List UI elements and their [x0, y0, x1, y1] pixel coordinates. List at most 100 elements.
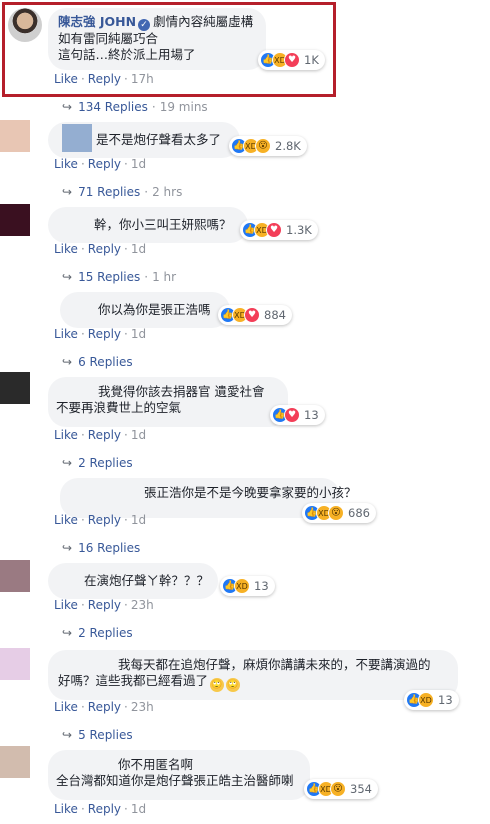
- replies-count: 2 Replies: [78, 626, 133, 640]
- view-replies-link[interactable]: ↪ 5 Replies: [62, 728, 133, 742]
- comment-text: 是不是炮仔聲看太多了: [96, 132, 222, 147]
- like-link[interactable]: Like: [54, 157, 78, 171]
- reaction-summary[interactable]: 👍 ♥ 13: [270, 405, 325, 425]
- heart-icon: ♥: [244, 307, 260, 323]
- heart-icon: ♥: [284, 52, 300, 68]
- reaction-summary[interactable]: 👍 XD 13: [220, 576, 275, 596]
- timestamp[interactable]: 1d: [131, 242, 146, 256]
- replies-count: 16 Replies: [78, 541, 141, 555]
- comment-bubble: 張正浩你是不是今晚要拿家要的小孩？: [60, 478, 357, 518]
- reaction-count: 884: [264, 308, 286, 322]
- reaction-summary[interactable]: 👍 XD 😮 354: [304, 779, 378, 799]
- view-replies-link[interactable]: ↪ 2 Replies: [62, 456, 133, 470]
- comment-text: 張正浩你是不是今晚要拿家要的小孩？: [144, 485, 357, 500]
- eye-roll-emoji-icon: 🙄: [210, 678, 225, 692]
- timestamp[interactable]: 17h: [131, 72, 154, 86]
- reply-link[interactable]: Reply: [88, 428, 121, 442]
- reply-link[interactable]: Reply: [88, 802, 121, 816]
- laughing-face-icon: XD: [418, 692, 434, 708]
- like-link[interactable]: Like: [54, 802, 78, 816]
- reply-arrow-icon: ↪: [62, 626, 73, 640]
- surprised-face-icon: 😮: [255, 138, 271, 154]
- view-replies-link[interactable]: ↪ 2 Replies: [62, 626, 133, 640]
- timestamp[interactable]: 1d: [131, 802, 146, 816]
- replies-time: 19 mins: [159, 100, 208, 114]
- comment-text: 好嗎？這些我都已經看過了: [58, 673, 209, 688]
- replies-time: 1 hr: [152, 270, 177, 284]
- reaction-summary[interactable]: 👍 XD ♥ 1.3K: [240, 220, 318, 240]
- like-link[interactable]: Like: [54, 242, 78, 256]
- avatar[interactable]: [0, 746, 30, 778]
- reaction-count: 2.8K: [275, 139, 301, 153]
- reaction-count: 354: [350, 782, 372, 796]
- avatar[interactable]: [0, 290, 30, 322]
- reaction-summary[interactable]: 👍 XD 13: [404, 690, 459, 710]
- heart-icon: ♥: [284, 407, 300, 423]
- avatar[interactable]: [0, 372, 30, 404]
- redacted-author: [62, 124, 92, 152]
- reaction-summary[interactable]: 👍 XD ♥ 1K: [258, 50, 325, 70]
- reaction-count: 1.3K: [286, 223, 312, 237]
- reaction-count: 1K: [304, 53, 319, 67]
- timestamp[interactable]: 1d: [131, 513, 146, 527]
- comment-text: 全台灣都知道你是炮仔聲張正皓主治醫師喇: [56, 773, 294, 788]
- comment-actions: Like · Reply · 1d: [54, 428, 147, 442]
- reply-link[interactable]: Reply: [88, 72, 121, 86]
- like-link[interactable]: Like: [54, 700, 78, 714]
- reply-arrow-icon: ↪: [62, 185, 73, 199]
- comment-actions: Like · Reply · 1d: [54, 242, 147, 256]
- comment-actions: Like · Reply · 1d: [54, 513, 147, 527]
- view-replies-link[interactable]: ↪ 71 Replies · 2 hrs: [62, 185, 182, 199]
- timestamp[interactable]: 23h: [131, 598, 154, 612]
- reaction-count: 13: [438, 693, 453, 707]
- avatar[interactable]: [0, 120, 30, 152]
- reaction-summary[interactable]: 👍 XD 😮 686: [302, 503, 376, 523]
- avatar[interactable]: [0, 648, 30, 680]
- comment-author[interactable]: 陳志強 JOHN: [58, 14, 136, 29]
- replies-count: 2 Replies: [78, 456, 133, 470]
- reply-link[interactable]: Reply: [88, 327, 121, 341]
- like-link[interactable]: Like: [54, 428, 78, 442]
- like-link[interactable]: Like: [54, 513, 78, 527]
- eye-roll-emoji-icon: 🙄: [226, 678, 241, 692]
- timestamp[interactable]: 1d: [131, 157, 146, 171]
- reaction-count: 13: [254, 579, 269, 593]
- comment-actions: Like · Reply · 17h: [54, 72, 154, 86]
- timestamp[interactable]: 1d: [131, 428, 146, 442]
- reply-link[interactable]: Reply: [88, 242, 121, 256]
- comment-bubble: 你以為你是張正浩嗎: [60, 292, 230, 328]
- like-link[interactable]: Like: [54, 327, 78, 341]
- comment-text: 你以為你是張正浩嗎: [98, 302, 211, 317]
- comment-text: 你不用匿名啊: [118, 757, 194, 772]
- reply-link[interactable]: Reply: [88, 157, 121, 171]
- comment-actions: Like · Reply · 1d: [54, 327, 147, 341]
- reaction-summary[interactable]: 👍 XD 😮 2.8K: [229, 136, 307, 156]
- view-replies-link[interactable]: ↪ 16 Replies: [62, 541, 140, 555]
- comment-bubble: 幹，你小三叫王妍熙嗎？: [48, 207, 248, 243]
- timestamp[interactable]: 23h: [131, 700, 154, 714]
- like-link[interactable]: Like: [54, 598, 78, 612]
- comment-text: 在演炮仔聲ㄚ幹？？？: [84, 573, 210, 588]
- view-replies-link[interactable]: ↪ 134 Replies · 19 mins: [62, 100, 208, 114]
- reply-link[interactable]: Reply: [88, 700, 121, 714]
- reply-link[interactable]: Reply: [88, 513, 121, 527]
- reply-arrow-icon: ↪: [62, 456, 73, 470]
- like-link[interactable]: Like: [54, 72, 78, 86]
- comment-text: 幹，你小三叫王妍熙嗎？: [94, 217, 232, 232]
- verified-badge-icon: ✓: [138, 19, 151, 31]
- comment-bubble: 在演炮仔聲ㄚ幹？？？: [48, 563, 218, 599]
- view-replies-link[interactable]: ↪ 15 Replies · 1 hr: [62, 270, 176, 284]
- reply-arrow-icon: ↪: [62, 728, 73, 742]
- avatar[interactable]: [0, 560, 30, 592]
- timestamp[interactable]: 1d: [131, 327, 146, 341]
- reaction-count: 686: [348, 506, 370, 520]
- reply-link[interactable]: Reply: [88, 598, 121, 612]
- avatar[interactable]: [8, 8, 42, 42]
- comment-actions: Like · Reply · 1d: [54, 802, 147, 816]
- comment-text: 如有雷同純屬巧合: [58, 31, 159, 46]
- view-replies-link[interactable]: ↪ 6 Replies: [62, 355, 133, 369]
- comment-text: 我覺得你該去捐器官 遺愛社會: [98, 384, 265, 399]
- comment-bubble: 我覺得你該去捐器官 遺愛社會 不要再浪費世上的空氣: [48, 377, 288, 427]
- reaction-summary[interactable]: 👍 XD ♥ 884: [218, 305, 292, 325]
- avatar[interactable]: [0, 204, 30, 236]
